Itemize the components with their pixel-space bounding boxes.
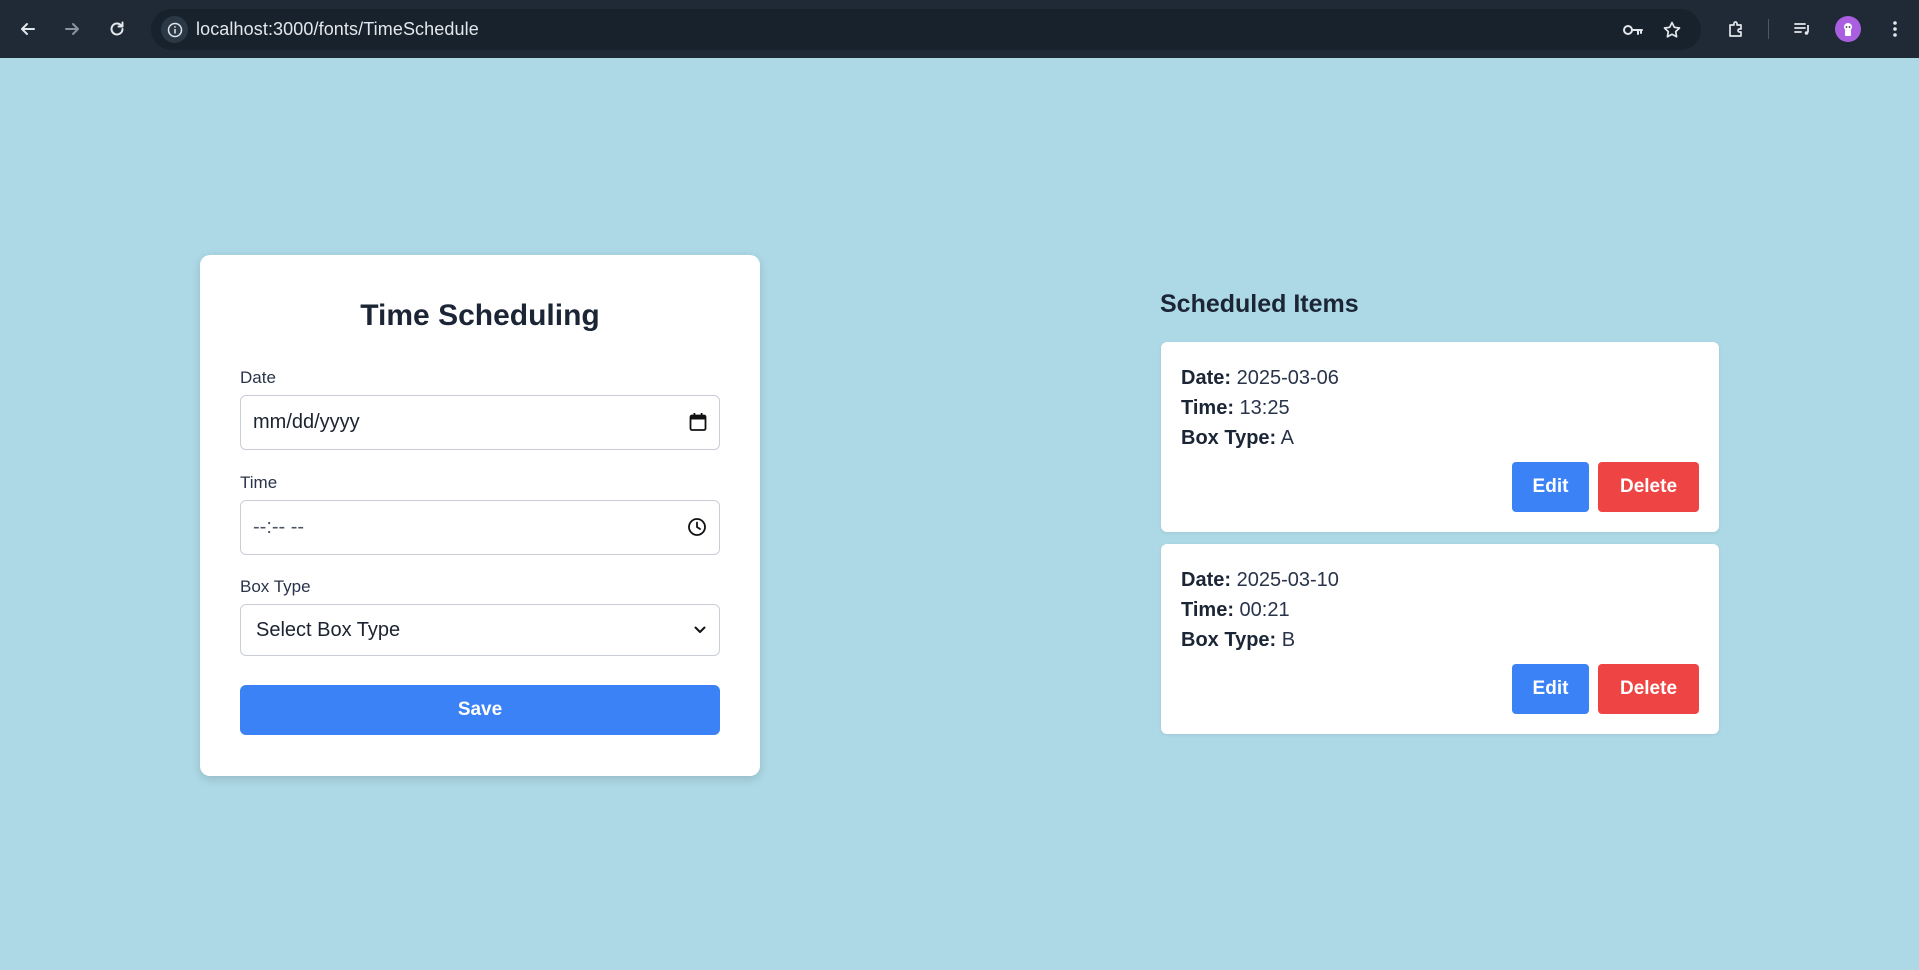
date-input[interactable]: mm/dd/yyyy bbox=[240, 395, 720, 450]
media-queue-icon[interactable] bbox=[1785, 12, 1819, 46]
item-time-value: 13:25 bbox=[1239, 397, 1290, 419]
item-box-type: Box Type: B bbox=[1181, 629, 1295, 652]
item-time-label: Time: bbox=[1181, 599, 1234, 621]
box-type-select[interactable]: Select Box Type bbox=[240, 604, 720, 656]
address-bar[interactable]: localhost:3000/fonts/TimeSchedule bbox=[151, 9, 1701, 50]
item-date-label: Date: bbox=[1181, 367, 1232, 389]
chevron-down-icon bbox=[693, 623, 707, 637]
star-icon[interactable] bbox=[1659, 17, 1685, 43]
calendar-icon[interactable] bbox=[689, 412, 707, 432]
box-type-selected: Select Box Type bbox=[256, 619, 401, 641]
schedule-form-card: Time Scheduling Date mm/dd/yyyy Time --:… bbox=[200, 255, 760, 776]
scheduled-item-card: Date: 2025-03-10 Time: 00:21 Box Type: B… bbox=[1161, 544, 1719, 734]
back-arrow-icon[interactable] bbox=[11, 12, 45, 46]
item-date-value: 2025-03-10 bbox=[1236, 569, 1339, 591]
item-time-label: Time: bbox=[1181, 397, 1234, 419]
url-text: localhost:3000/fonts/TimeSchedule bbox=[196, 19, 479, 39]
extensions-icon[interactable] bbox=[1719, 12, 1753, 46]
edit-button[interactable]: Edit bbox=[1512, 462, 1589, 512]
box-type-label: Box Type bbox=[240, 577, 311, 596]
item-date-label: Date: bbox=[1181, 569, 1232, 591]
save-button[interactable]: Save bbox=[240, 685, 720, 735]
browser-toolbar: localhost:3000/fonts/TimeSchedule bbox=[0, 0, 1919, 58]
time-input-placeholder: --:-- -- bbox=[253, 516, 305, 538]
clock-icon[interactable] bbox=[687, 517, 707, 537]
item-box-type-value: B bbox=[1281, 629, 1296, 651]
delete-button[interactable]: Delete bbox=[1598, 462, 1699, 512]
item-box-type: Box Type: A bbox=[1181, 427, 1294, 450]
more-vert-icon[interactable] bbox=[1878, 12, 1912, 46]
item-time: Time: 00:21 bbox=[1181, 599, 1290, 622]
key-icon[interactable] bbox=[1620, 17, 1646, 43]
time-input[interactable]: --:-- -- bbox=[240, 500, 720, 555]
item-box-type-label: Box Type: bbox=[1181, 427, 1277, 449]
item-box-type-value: A bbox=[1280, 427, 1294, 449]
forward-arrow-icon[interactable] bbox=[55, 12, 89, 46]
toolbar-divider bbox=[1768, 19, 1769, 39]
edit-button[interactable]: Edit bbox=[1512, 664, 1589, 714]
item-box-type-label: Box Type: bbox=[1181, 629, 1277, 651]
item-date: Date: 2025-03-06 bbox=[1181, 367, 1339, 390]
scheduled-items-heading: Scheduled Items bbox=[1160, 290, 1359, 318]
reload-icon[interactable] bbox=[100, 12, 134, 46]
item-time: Time: 13:25 bbox=[1181, 397, 1290, 420]
date-label: Date bbox=[240, 368, 276, 387]
item-date: Date: 2025-03-10 bbox=[1181, 569, 1339, 592]
item-time-value: 00:21 bbox=[1239, 599, 1290, 621]
profile-avatar-icon[interactable] bbox=[1835, 16, 1861, 42]
site-info-icon[interactable] bbox=[161, 16, 188, 43]
form-title: Time Scheduling bbox=[360, 299, 600, 332]
delete-button[interactable]: Delete bbox=[1598, 664, 1699, 714]
date-input-placeholder: mm/dd/yyyy bbox=[253, 411, 360, 433]
scheduled-item-card: Date: 2025-03-06 Time: 13:25 Box Type: A… bbox=[1161, 342, 1719, 532]
item-date-value: 2025-03-06 bbox=[1236, 367, 1339, 389]
time-label: Time bbox=[240, 473, 278, 492]
